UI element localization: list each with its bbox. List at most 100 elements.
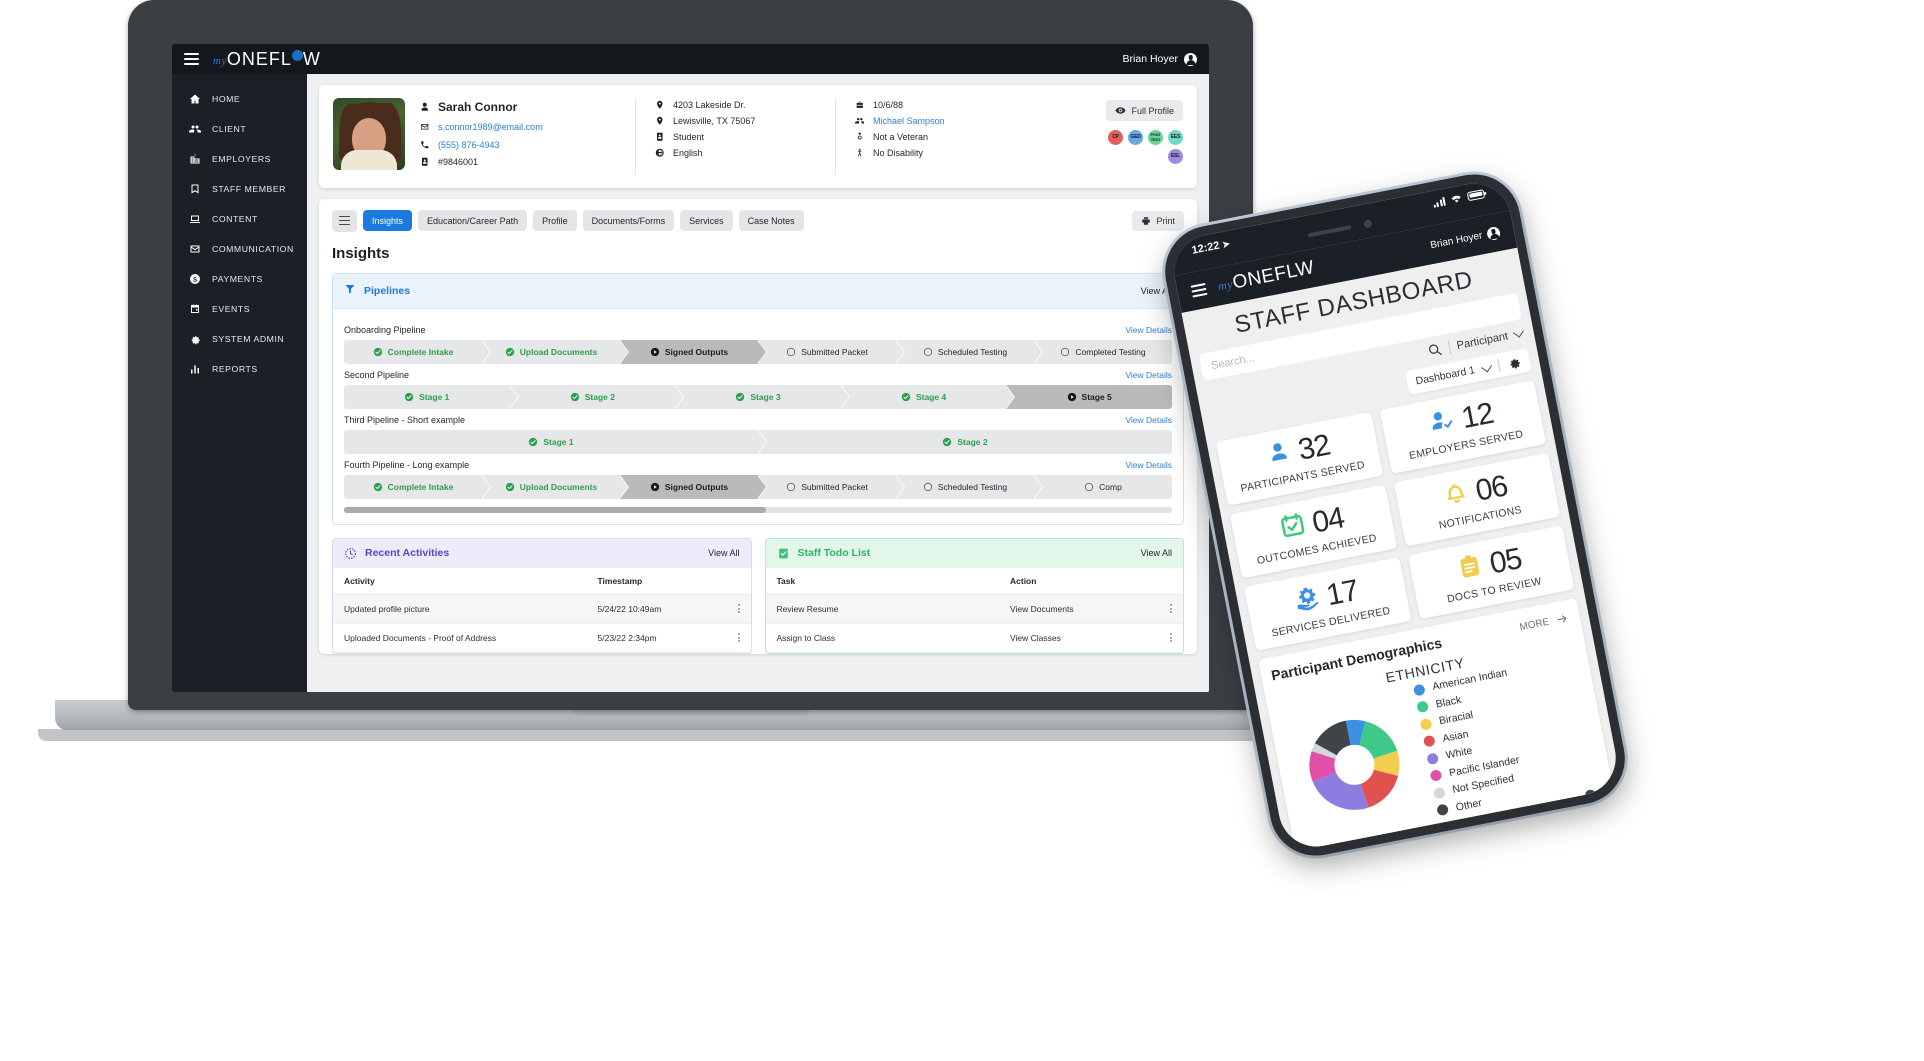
sidebar-item-label: STAFF MEMBER: [212, 184, 287, 194]
phone-user[interactable]: Brian Hoyer: [1429, 225, 1502, 251]
pipeline-stage[interactable]: Signed Outputs: [620, 339, 767, 364]
clock-icon: [344, 547, 357, 560]
cake-icon: [854, 100, 865, 110]
pipeline-stage[interactable]: Comp: [1034, 474, 1172, 499]
row-menu-cell[interactable]: [726, 623, 751, 653]
pipeline-stage[interactable]: Submitted Packet: [758, 339, 905, 364]
profile-language-row: English: [654, 148, 835, 158]
arrow-right-icon: [1553, 612, 1571, 627]
sidebar-item-payments[interactable]: PAYMENTS: [172, 264, 307, 294]
search-icon[interactable]: [1426, 341, 1444, 359]
tab-education-career-path[interactable]: Education/Career Path: [418, 210, 528, 231]
pipeline-stage[interactable]: Stage 1: [344, 384, 519, 409]
recent-activities-view-all[interactable]: View All: [708, 548, 739, 558]
sidebar-item-communication[interactable]: COMMUNICATION: [172, 234, 307, 264]
sidebar-item-system-admin[interactable]: SYSTEM ADMIN: [172, 324, 307, 354]
legend-swatch: [1412, 683, 1426, 697]
pipeline-stage[interactable]: Scheduled Testing: [896, 339, 1043, 364]
gear-icon[interactable]: [1506, 354, 1522, 370]
print-button[interactable]: Print: [1132, 210, 1184, 231]
table-row[interactable]: Review Resume View Documents: [765, 594, 1183, 624]
tab-documents-forms[interactable]: Documents/Forms: [582, 210, 675, 231]
ethnicity-donut-chart: [1309, 719, 1400, 810]
pipelines-horizontal-scrollbar[interactable]: [344, 506, 1172, 513]
slider-knob[interactable]: [1584, 788, 1597, 802]
sidebar-item-client[interactable]: CLIENT: [172, 114, 307, 144]
chevron-down-icon[interactable]: [1480, 360, 1492, 372]
row-menu-cell[interactable]: [1159, 623, 1183, 653]
table-row[interactable]: Updated profile picture 5/24/22 10:49am: [333, 594, 751, 624]
profile-casemanager-row[interactable]: Michael Sampson: [854, 116, 1045, 126]
pipeline-stage[interactable]: Upload Documents: [482, 474, 629, 499]
play-circle-icon: [650, 347, 660, 357]
empty-circle-icon: [923, 482, 933, 492]
sidebar-item-staff-member[interactable]: STAFF MEMBER: [172, 174, 307, 204]
kebab-menu-icon[interactable]: [1170, 632, 1172, 643]
pipeline-stage[interactable]: Complete Intake: [344, 474, 491, 499]
table-row[interactable]: Uploaded Documents - Proof of Address 5/…: [333, 623, 751, 653]
checklist-icon: [777, 547, 790, 560]
tab-case-notes[interactable]: Case Notes: [738, 210, 804, 231]
demographics-more-button[interactable]: MORE: [1519, 612, 1571, 634]
sidebar-item-employers[interactable]: EMPLOYERS: [172, 144, 307, 174]
badge-post-test[interactable]: POST TEST: [1148, 130, 1163, 145]
sidebar-item-reports[interactable]: REPORTS: [172, 354, 307, 384]
profile-phone: (555) 876-4943: [438, 139, 500, 150]
table-row[interactable]: Assign to Class View Classes: [765, 623, 1183, 653]
pipeline-stage[interactable]: Completed Testing: [1034, 339, 1172, 364]
table-header-row: Task Action: [765, 567, 1183, 595]
sidebar-item-label: REPORTS: [212, 364, 258, 374]
pipeline-stage[interactable]: Complete Intake: [344, 339, 491, 364]
pipeline-view-details[interactable]: View Details: [1125, 325, 1172, 335]
profile-email-row[interactable]: s.connor1989@email.com: [419, 122, 627, 132]
badge-esl[interactable]: ESL: [1168, 149, 1183, 164]
pipeline-view-details[interactable]: View Details: [1125, 370, 1172, 380]
pipeline-stage[interactable]: Scheduled Testing: [896, 474, 1043, 499]
chevron-down-icon[interactable]: [1512, 326, 1524, 338]
badge-ged[interactable]: GED: [1128, 130, 1143, 145]
kebab-menu-icon[interactable]: [737, 603, 740, 614]
pipeline-view-details[interactable]: View Details: [1125, 460, 1172, 470]
full-profile-button[interactable]: Full Profile: [1106, 100, 1183, 121]
pipeline-stage[interactable]: Stage 4: [840, 384, 1016, 409]
pipeline-stage[interactable]: Upload Documents: [482, 339, 629, 364]
row-menu-cell[interactable]: [1159, 594, 1183, 624]
menu-icon[interactable]: [1190, 282, 1208, 298]
pipeline-stage[interactable]: Stage 2: [758, 429, 1172, 454]
pipeline-view-details[interactable]: View Details: [1125, 415, 1172, 425]
sidebar-item-home[interactable]: HOME: [172, 84, 307, 114]
tab-menu-icon[interactable]: [332, 209, 357, 232]
row-menu-cell[interactable]: [726, 594, 751, 624]
pipeline-stage[interactable]: Submitted Packet: [758, 474, 905, 499]
staff-todo-header: Staff Todo List View All: [765, 538, 1183, 568]
tab-services[interactable]: Services: [680, 210, 733, 231]
profile-birthdate: 10/6/88: [873, 100, 904, 110]
staff-todo-view-all[interactable]: View All: [1141, 548, 1172, 558]
filter-type-label[interactable]: Participant: [1456, 330, 1509, 352]
menu-icon[interactable]: [184, 53, 199, 65]
profile-card: Sarah Connor s.connor1989@email.com (555…: [319, 85, 1197, 188]
main-content: Sarah Connor s.connor1989@email.com (555…: [307, 74, 1209, 692]
topbar-user[interactable]: Brian Hoyer: [1123, 52, 1197, 66]
badge-ees[interactable]: EES: [1168, 130, 1183, 145]
envelope-icon: [419, 122, 430, 132]
pipeline-stage[interactable]: Signed Outputs: [620, 474, 767, 499]
kebab-menu-icon[interactable]: [1170, 603, 1172, 614]
pipeline-stage[interactable]: Stage 2: [509, 384, 685, 409]
full-profile-label: Full Profile: [1131, 105, 1174, 116]
profile-column-location: 4203 Lakeside Dr. Lewisville, TX 75067 S…: [635, 98, 835, 175]
tab-profile[interactable]: Profile: [533, 210, 577, 231]
badge-cp[interactable]: CP: [1108, 130, 1123, 145]
sidebar-item-events[interactable]: EVENTS: [172, 294, 307, 324]
pipeline-stage[interactable]: Stage 5: [1006, 384, 1172, 409]
pipeline-stage[interactable]: Stage 3: [675, 384, 850, 409]
earpiece-speaker: [1307, 224, 1352, 238]
sidebar-item-content[interactable]: CONTENT: [172, 204, 307, 234]
task-action-link[interactable]: View Classes: [999, 623, 1159, 653]
pipeline-stage[interactable]: Stage 1: [344, 429, 767, 454]
kebab-menu-icon[interactable]: [737, 632, 740, 643]
task-action-link[interactable]: View Documents: [999, 594, 1159, 624]
profile-phone-row[interactable]: (555) 876-4943: [419, 140, 627, 150]
tab-insights[interactable]: Insights: [363, 210, 413, 231]
home-icon: [189, 93, 201, 105]
